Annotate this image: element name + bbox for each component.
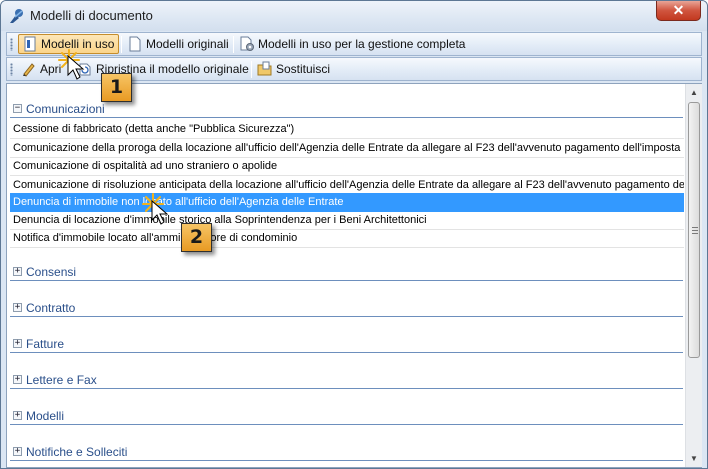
document-in-use-icon xyxy=(24,36,36,52)
group-header-lettere-e-fax[interactable]: + Lettere e Fax xyxy=(10,371,683,389)
list-item[interactable]: Comunicazione della proroga della locazi… xyxy=(10,139,684,158)
list-item[interactable]: Comunicazione di ospitalità ad uno stran… xyxy=(10,157,684,176)
app-icon xyxy=(10,9,23,23)
list-item[interactable]: Denuncia di locazione d'immobile storico… xyxy=(10,211,684,230)
close-button[interactable]: ✕ xyxy=(656,1,701,21)
group-label: Consensi xyxy=(26,264,77,279)
toolbar-grip[interactable] xyxy=(10,63,13,76)
scroll-up-icon[interactable]: ▲ xyxy=(686,84,702,101)
modelli-gestione-completa-button[interactable]: Modelli in uso per la gestione completa xyxy=(236,34,469,54)
group-header-notifiche-e-solleciti[interactable]: + Notifiche e Solleciti xyxy=(10,443,683,461)
vertical-scrollbar[interactable]: ▲ ▼ xyxy=(685,84,702,467)
modelli-gestione-completa-label: Modelli in uso per la gestione completa xyxy=(258,37,466,51)
group-header-comunicazioni[interactable]: − Comunicazioni xyxy=(10,100,683,118)
document-icon xyxy=(129,36,141,52)
expand-icon[interactable]: + xyxy=(13,339,22,348)
list-item[interactable]: Notifica d'immobile locato all'amministr… xyxy=(10,229,684,248)
group-header-contratto[interactable]: + Contratto xyxy=(10,299,683,317)
group-label: Fatture xyxy=(26,336,65,351)
sostituisci-button[interactable]: Sostituisci xyxy=(254,59,334,79)
sostituisci-label: Sostituisci xyxy=(276,62,331,76)
step-callout-1: 1 xyxy=(101,73,132,102)
modelli-originali-button[interactable]: Modelli originali xyxy=(124,34,233,54)
list-item[interactable]: Cessione di fabbricato (detta anche "Pub… xyxy=(10,120,684,139)
list-item-selected[interactable]: Denuncia di immobile non locato all'uffi… xyxy=(10,193,684,212)
modelli-dialog: Modelli di documento ✕ Modelli in uso Mo… xyxy=(0,0,708,469)
scroll-down-icon[interactable]: ▼ xyxy=(686,450,702,467)
scrollbar-thumb[interactable] xyxy=(688,102,700,358)
step-callout-2: 2 xyxy=(181,223,212,252)
expand-icon[interactable]: + xyxy=(13,447,22,456)
group-label: Notifiche e Solleciti xyxy=(26,444,128,459)
group-label: Contratto xyxy=(26,300,76,315)
title-bar[interactable]: Modelli di documento ✕ xyxy=(1,1,707,31)
group-label: Modelli xyxy=(26,408,65,423)
window-title: Modelli di documento xyxy=(30,8,153,23)
folder-icon xyxy=(257,61,272,76)
toolbar-separator xyxy=(121,36,122,53)
templates-list[interactable]: − Comunicazioni Cessione di fabbricato (… xyxy=(6,83,702,468)
expand-icon[interactable]: + xyxy=(13,375,22,384)
expand-icon[interactable]: + xyxy=(13,267,22,276)
document-gear-icon xyxy=(240,36,254,51)
toolbar-separator xyxy=(251,61,252,78)
group-label: Lettere e Fax xyxy=(26,372,97,387)
group-header-modelli[interactable]: + Modelli xyxy=(10,407,683,425)
group-header-consensi[interactable]: + Consensi xyxy=(10,263,683,281)
grip-icon xyxy=(692,227,698,234)
toolbar-separator xyxy=(233,36,234,53)
modelli-originali-label: Modelli originali xyxy=(146,37,229,51)
close-icon: ✕ xyxy=(672,2,685,18)
view-toolbar: Modelli in uso Modelli originali Modelli… xyxy=(6,32,702,56)
collapse-icon[interactable]: − xyxy=(13,104,22,113)
mouse-pointer-icon xyxy=(151,200,169,225)
toolbar-grip[interactable] xyxy=(10,38,13,51)
expand-icon[interactable]: + xyxy=(13,303,22,312)
group-header-fatture[interactable]: + Fatture xyxy=(10,335,683,353)
expand-icon[interactable]: + xyxy=(13,411,22,420)
group-label: Comunicazioni xyxy=(26,101,105,116)
pencil-icon xyxy=(23,63,35,77)
mouse-pointer-icon xyxy=(67,55,85,80)
